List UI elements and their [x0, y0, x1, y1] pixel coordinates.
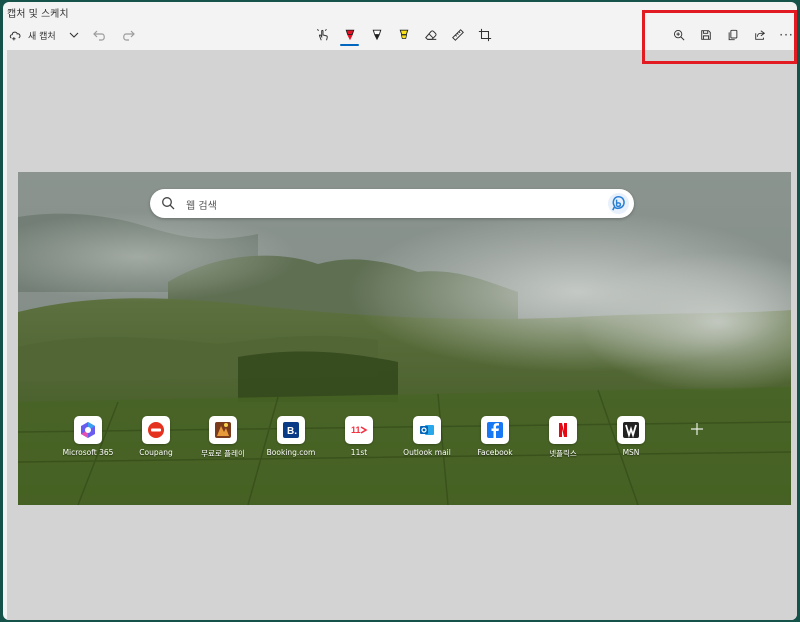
share-icon — [754, 30, 765, 40]
quick-link-label: 무료로 플레이 — [201, 449, 245, 458]
coupang-icon-wrap — [142, 416, 170, 444]
touch-writing-icon — [316, 28, 328, 41]
crop-icon — [478, 28, 491, 42]
ballpoint-pen-icon — [345, 29, 354, 41]
eraser-button[interactable] — [417, 24, 444, 46]
search-icon — [162, 197, 175, 210]
pencil-icon — [372, 29, 381, 41]
quick-link-label: Booking.com — [266, 448, 316, 457]
quick-link-label: Facebook — [477, 448, 513, 457]
plus-icon[interactable] — [690, 422, 704, 436]
redo-icon[interactable] — [120, 27, 136, 43]
toolbar-right-group: ··· — [665, 26, 797, 44]
quick-link-tile[interactable]: MSN — [596, 416, 666, 457]
highlighter-icon — [399, 29, 408, 39]
msn-icon — [623, 422, 639, 438]
crop-button[interactable] — [471, 24, 498, 46]
coupang-icon — [148, 422, 164, 438]
facebook-icon-wrap — [481, 416, 509, 444]
window-title: 캡처 및 스케치 — [7, 9, 69, 20]
netflix-icon-wrap — [549, 416, 577, 444]
microsoft-365-icon-wrap — [74, 416, 102, 444]
search-placeholder: 웹 검색 — [186, 201, 217, 212]
quick-link-tile[interactable]: 넷플릭스 — [528, 416, 598, 459]
outlook-icon — [420, 425, 434, 435]
quick-link-tile[interactable]: Coupang — [121, 416, 191, 457]
quick-link-tile[interactable]: 11 11st — [324, 416, 394, 457]
highlighter-button[interactable] — [390, 24, 417, 46]
quick-link-tile[interactable]: Facebook — [460, 416, 530, 457]
zoom-button[interactable] — [665, 26, 692, 44]
save-icon — [700, 30, 711, 40]
ballpoint-pen-button[interactable] — [336, 24, 363, 46]
quick-link-label: 11st — [350, 448, 368, 457]
svg-text:11: 11 — [351, 425, 361, 435]
copy-button[interactable] — [719, 26, 746, 44]
toolbar-left-group: 새 캡처 — [7, 26, 136, 44]
save-button[interactable] — [692, 26, 719, 44]
quick-link-label: MSN — [622, 448, 640, 457]
quick-links: Microsoft 365 Coupang 무료로 플레이 B. Booking… — [60, 416, 720, 466]
share-button[interactable] — [746, 26, 773, 44]
outlook-icon-wrap — [413, 416, 441, 444]
11st-icon: 11 — [351, 425, 368, 435]
quick-link-tile[interactable]: Outlook mail — [392, 416, 462, 457]
bing-chat-icon[interactable] — [607, 192, 630, 215]
canvas-area: 웹 검색 Microsoft 365 Coupang 무료로 플레이 B. Bo… — [7, 50, 797, 620]
undo-icon[interactable] — [92, 27, 108, 43]
game-icon-wrap — [209, 416, 237, 444]
eraser-icon — [424, 30, 437, 40]
netflix-icon — [559, 423, 567, 437]
snip-sketch-window: 캡처 및 스케치 새 캡처 ··· 웹 검색 Microsoft 365 Cou… — [3, 2, 797, 620]
ruler-icon — [451, 29, 464, 41]
chevron-down-icon[interactable] — [68, 29, 80, 41]
quick-link-tile[interactable]: B. Booking.com — [256, 416, 326, 457]
touch-writing-button[interactable] — [309, 24, 336, 46]
title-bar: 캡처 및 스케치 — [3, 2, 797, 22]
quick-link-label: 넷플릭스 — [549, 449, 577, 458]
captured-screenshot[interactable]: 웹 검색 Microsoft 365 Coupang 무료로 플레이 B. Bo… — [18, 172, 791, 505]
more-options-button[interactable]: ··· — [773, 26, 797, 44]
drawing-tools — [309, 24, 498, 46]
booking-icon-wrap: B. — [277, 416, 305, 444]
facebook-icon — [487, 422, 503, 438]
copy-icon — [728, 29, 737, 41]
pencil-button[interactable] — [363, 24, 390, 46]
ruler-button[interactable] — [444, 24, 471, 46]
toolbar: 새 캡처 ··· — [3, 22, 797, 48]
game-icon — [215, 422, 231, 438]
11st-icon-wrap: 11 — [345, 416, 373, 444]
new-capture-icon — [9, 31, 21, 40]
svg-text:B.: B. — [287, 426, 297, 437]
quick-link-tile[interactable]: Microsoft 365 — [53, 416, 123, 457]
web-search-box[interactable]: 웹 검색 — [150, 189, 634, 218]
new-capture-button[interactable]: 새 캡처 — [7, 29, 58, 42]
msn-icon-wrap — [617, 416, 645, 444]
zoom-icon — [673, 29, 684, 41]
microsoft-365-icon — [81, 422, 95, 438]
quick-link-label: Outlook mail — [403, 448, 451, 457]
new-capture-label: 새 캡처 — [28, 31, 56, 42]
booking-icon: B. — [283, 422, 299, 438]
quick-link-tile[interactable]: 무료로 플레이 — [188, 416, 258, 459]
quick-link-label: Microsoft 365 — [62, 448, 114, 457]
quick-link-label: Coupang — [139, 448, 173, 457]
